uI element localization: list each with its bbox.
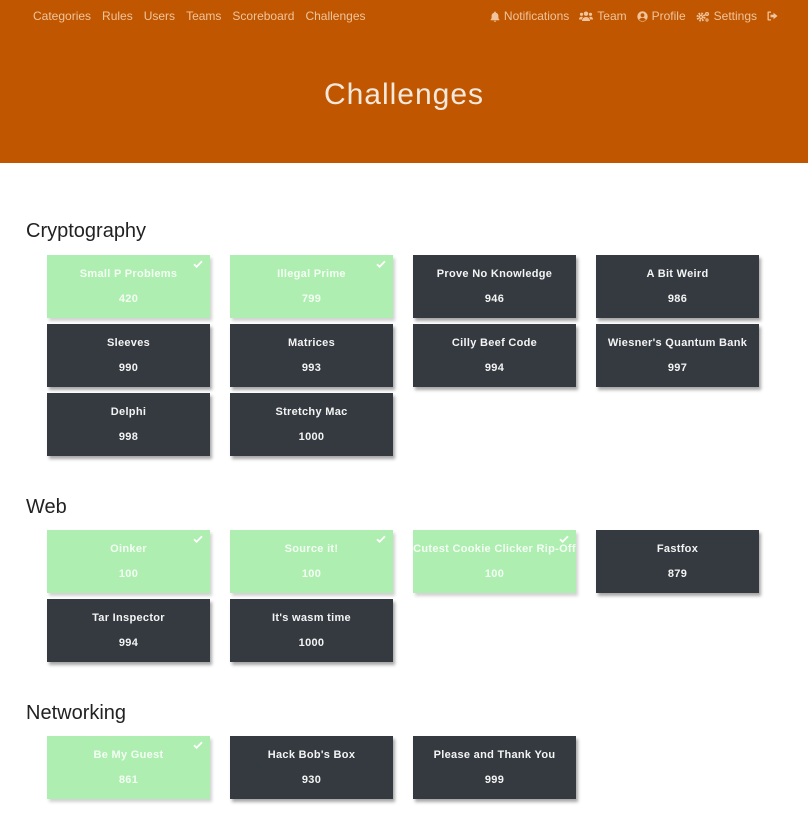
users-icon <box>579 11 594 21</box>
challenge-card[interactable]: A Bit Weird 986 <box>596 255 759 318</box>
nav-settings-label: Settings <box>713 9 757 23</box>
nav-teams[interactable]: Teams <box>186 9 221 23</box>
challenge-card[interactable]: It's wasm time 1000 <box>230 599 393 662</box>
nav-rules[interactable]: Rules <box>102 9 133 23</box>
challenge-points: 420 <box>118 293 139 305</box>
challenge-card[interactable]: Hack Bob's Box 930 <box>230 736 393 799</box>
nav-scoreboard[interactable]: Scoreboard <box>232 9 294 23</box>
challenge-points: 1000 <box>298 637 325 649</box>
challenge-card[interactable]: Prove No Knowledge 946 <box>413 255 576 318</box>
category-heading: Networking <box>26 702 127 724</box>
challenge-card[interactable]: Please and Thank You 999 <box>413 736 576 799</box>
category-heading: Web <box>26 496 67 518</box>
nav-users[interactable]: Users <box>144 9 175 23</box>
nav-profile[interactable]: Profile <box>636 9 686 23</box>
nav-notifications-label: Notifications <box>503 9 570 23</box>
challenge-name: Source it! <box>284 543 339 555</box>
challenge-card[interactable]: Matrices 993 <box>230 324 393 387</box>
challenge-points: 100 <box>301 568 322 580</box>
nav-team-label: Team <box>597 9 627 23</box>
user-circle-icon <box>636 10 648 22</box>
challenge-points: 986 <box>667 293 688 305</box>
check-icon <box>559 534 569 546</box>
check-icon <box>376 259 386 271</box>
challenge-points: 990 <box>118 362 139 374</box>
challenge-card[interactable]: Stretchy Mac 1000 <box>230 393 393 456</box>
nav-notifications[interactable]: Notifications <box>490 9 569 23</box>
check-icon <box>193 534 203 546</box>
nav-profile-label: Profile <box>651 9 686 23</box>
challenge-name: Wiesner's Quantum Bank <box>607 337 748 349</box>
challenge-points: 879 <box>667 568 688 580</box>
challenge-card[interactable]: Fastfox 879 <box>596 530 759 593</box>
challenge-name: Tar Inspector <box>92 612 165 624</box>
challenge-points: 998 <box>118 431 139 443</box>
nav-challenges[interactable]: Challenges <box>305 9 365 23</box>
challenge-name: Please and Thank You <box>433 749 556 761</box>
nav-left: Categories Rules Users Teams Scoreboard … <box>33 9 377 23</box>
challenge-grid: Be My Guest 861 Hack Bob's Box 930 Please an… <box>47 736 759 799</box>
logout-icon <box>767 11 778 21</box>
challenge-card[interactable]: Oinker 100 <box>47 530 210 593</box>
bell-icon <box>490 11 500 22</box>
challenge-name: Cilly Beef Code <box>451 337 538 349</box>
challenge-points: 999 <box>484 774 505 786</box>
challenge-points: 993 <box>301 362 322 374</box>
challenge-name: Small P Problems <box>79 268 178 280</box>
challenge-points: 100 <box>484 568 505 580</box>
nav-team[interactable]: Team <box>579 9 627 23</box>
challenge-grid: Oinker 100 Source it! 100 Cutest Cookie Clic… <box>47 530 759 662</box>
check-icon <box>193 740 203 752</box>
challenge-points: 799 <box>301 293 322 305</box>
challenge-name: It's wasm time <box>272 612 351 624</box>
challenge-card[interactable]: Source it! 100 <box>230 530 393 593</box>
challenge-name: Oinker <box>110 543 147 555</box>
check-icon <box>376 534 386 546</box>
challenge-name: Sleeves <box>106 337 151 349</box>
challenge-name: Hack Bob's Box <box>267 749 356 761</box>
challenge-name: Stretchy Mac <box>275 406 348 418</box>
challenge-points: 997 <box>667 362 688 374</box>
challenge-points: 930 <box>301 774 322 786</box>
challenge-grid: Small P Problems 420 Illegal Prime 799 Prove… <box>47 255 759 456</box>
challenge-name: Delphi <box>110 406 147 418</box>
challenge-points: 1000 <box>298 431 325 443</box>
challenge-name: Be My Guest <box>93 749 164 761</box>
nav-categories[interactable]: Categories <box>33 9 91 23</box>
challenge-name: Matrices <box>287 337 336 349</box>
nav-logout[interactable] <box>767 11 782 21</box>
check-icon <box>193 259 203 271</box>
gears-icon <box>696 11 710 22</box>
category-heading: Cryptography <box>26 220 147 242</box>
challenge-card[interactable]: Be My Guest 861 <box>47 736 210 799</box>
challenge-card[interactable]: Small P Problems 420 <box>47 255 210 318</box>
challenge-card[interactable]: Illegal Prime 799 <box>230 255 393 318</box>
challenge-name: Illegal Prime <box>277 268 346 280</box>
challenge-name: A Bit Weird <box>646 268 709 280</box>
nav-right: Notifications Team Profile Settings <box>480 9 782 23</box>
challenge-name: Prove No Knowledge <box>436 268 553 280</box>
challenge-name: Cutest Cookie Clicker Rip-Off <box>413 543 576 555</box>
challenge-points: 861 <box>118 774 139 786</box>
nav-settings[interactable]: Settings <box>696 9 757 23</box>
challenge-points: 994 <box>484 362 505 374</box>
page-header: Categories Rules Users Teams Scoreboard … <box>0 0 808 163</box>
page-title: Challenges <box>323 78 485 111</box>
challenge-card[interactable]: Tar Inspector 994 <box>47 599 210 662</box>
challenge-card[interactable]: Sleeves 990 <box>47 324 210 387</box>
challenge-card[interactable]: Delphi 998 <box>47 393 210 456</box>
challenge-card[interactable]: Wiesner's Quantum Bank 997 <box>596 324 759 387</box>
challenge-card[interactable]: Cilly Beef Code 994 <box>413 324 576 387</box>
navbar: Categories Rules Users Teams Scoreboard … <box>0 0 808 32</box>
challenge-card[interactable]: Cutest Cookie Clicker Rip-Off 100 <box>413 530 576 593</box>
challenge-points: 946 <box>484 293 505 305</box>
challenge-points: 100 <box>118 568 139 580</box>
challenge-points: 994 <box>118 637 139 649</box>
challenge-name: Fastfox <box>656 543 699 555</box>
